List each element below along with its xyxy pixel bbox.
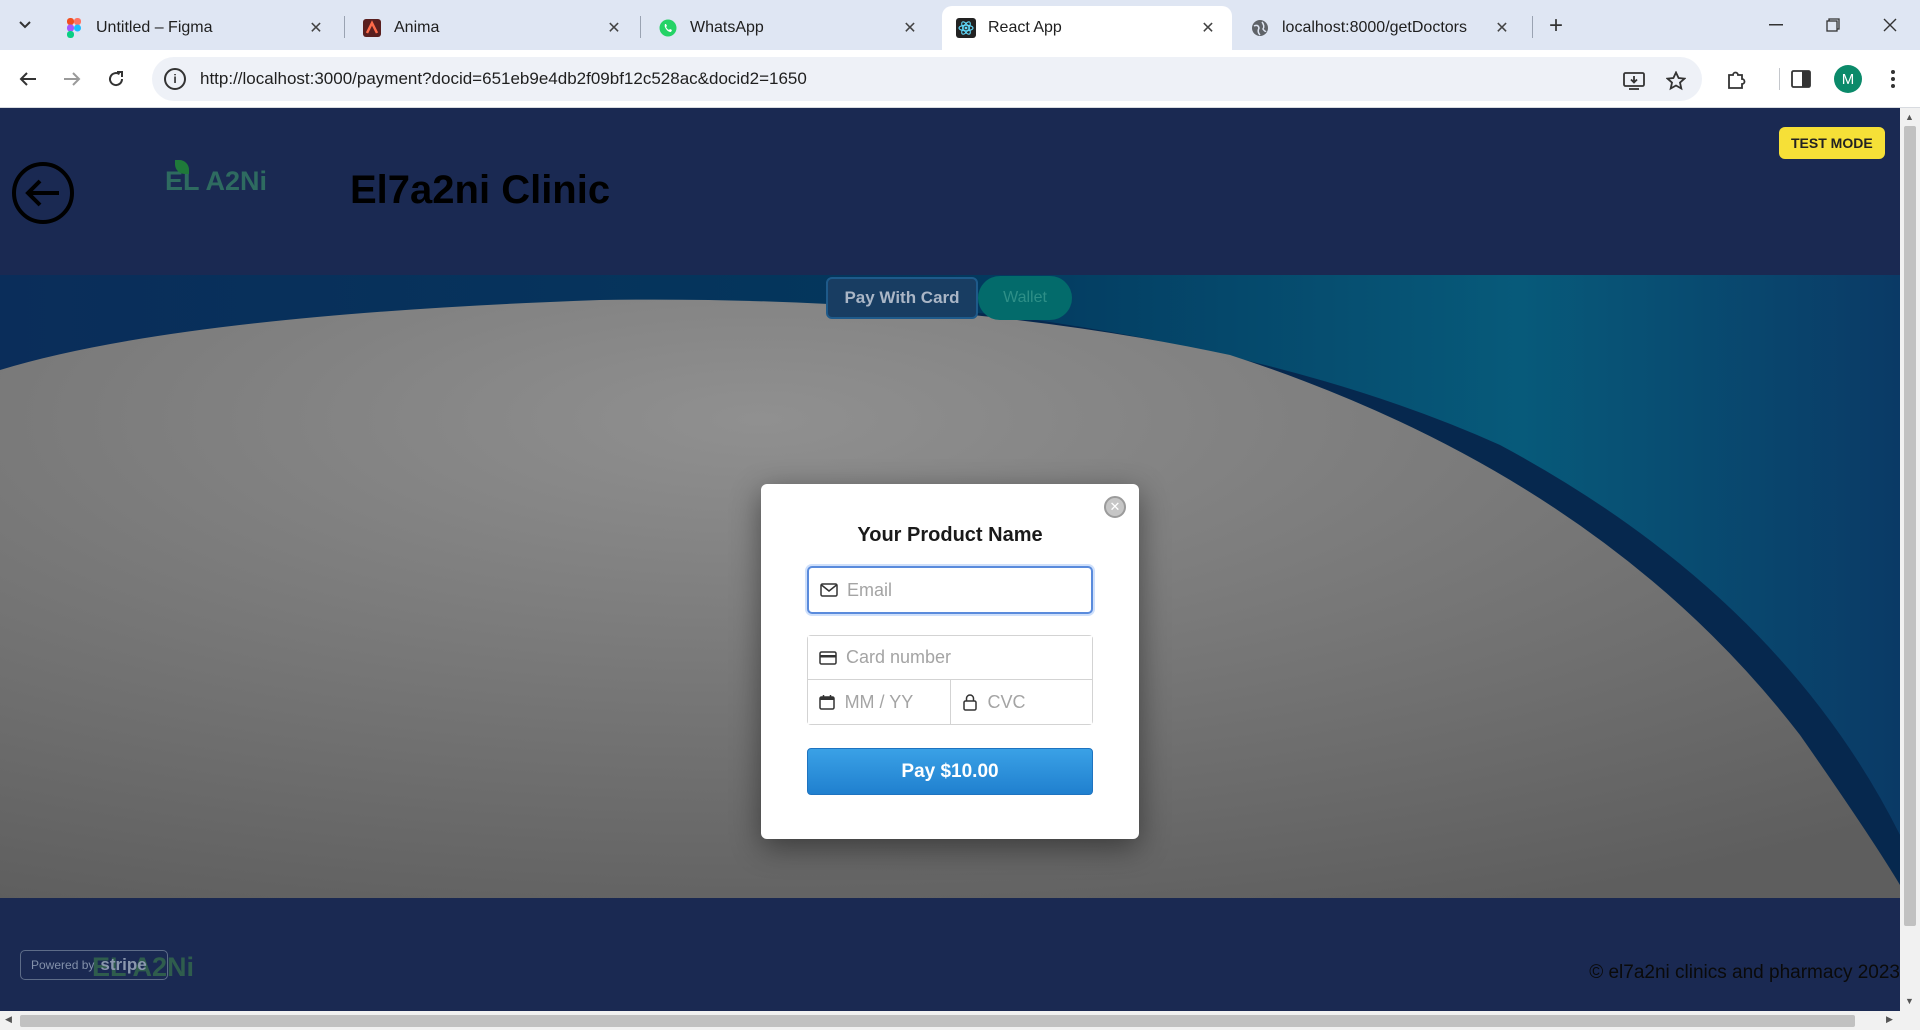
bookmark-star-icon[interactable] — [1664, 69, 1688, 93]
close-icon[interactable]: ✕ — [1198, 18, 1218, 38]
tab-divider — [640, 16, 641, 38]
horizontal-scrollbar[interactable]: ◀ ▶ — [0, 1011, 1920, 1030]
scroll-right-arrow-icon[interactable]: ▶ — [1886, 1014, 1893, 1025]
close-icon[interactable]: ✕ — [306, 18, 326, 38]
browser-tab-localhost[interactable]: localhost:8000/getDoctors ✕ — [1236, 6, 1526, 50]
stripe-logo: stripe — [100, 955, 147, 974]
cvc-field[interactable] — [951, 680, 1092, 724]
address-bar[interactable]: i http://localhost:3000/payment?docid=65… — [152, 57, 1702, 101]
pay-button[interactable]: Pay $10.00 — [807, 748, 1093, 795]
card-number-input[interactable] — [846, 647, 1074, 668]
profile-avatar[interactable]: M — [1834, 65, 1862, 93]
browser-tab-whatsapp[interactable]: WhatsApp ✕ — [644, 6, 934, 50]
powered-by-stripe-badge[interactable]: Powered by stripe — [20, 950, 168, 980]
url-text[interactable]: http://localhost:3000/payment?docid=651e… — [200, 69, 807, 89]
scroll-left-arrow-icon[interactable]: ◀ — [5, 1014, 12, 1025]
globe-icon — [1250, 18, 1270, 38]
tab-title: WhatsApp — [690, 19, 764, 36]
page-viewport: EL A2Ni El7a2ni Clinic TEST MODE Pay Wit… — [0, 108, 1900, 1011]
mail-icon — [819, 583, 839, 597]
site-info-icon[interactable]: i — [164, 68, 186, 90]
powered-by-label: Powered by — [31, 958, 95, 972]
restore-icon[interactable] — [1813, 8, 1853, 42]
close-icon[interactable]: ✕ — [1104, 496, 1126, 518]
anima-icon — [362, 18, 382, 38]
figma-icon — [64, 18, 84, 38]
clinic-logo[interactable]: EL A2Ni — [165, 160, 267, 197]
email-input[interactable] — [847, 579, 1073, 601]
site-header: EL A2Ni El7a2ni Clinic — [0, 108, 1900, 275]
lock-icon — [961, 693, 980, 711]
back-arrow-icon[interactable] — [12, 63, 44, 95]
vertical-scroll-thumb[interactable] — [1904, 126, 1916, 926]
minimize-icon[interactable] — [1756, 8, 1796, 42]
expiry-field[interactable] — [808, 680, 951, 724]
tab-title: localhost:8000/getDoctors — [1282, 19, 1467, 36]
whatsapp-icon — [658, 18, 678, 38]
stripe-checkout-modal: ✕ Your Product Name Email Card number MM… — [761, 484, 1139, 839]
browser-toolbar: i http://localhost:3000/payment?docid=65… — [0, 50, 1920, 108]
scroll-down-arrow-icon[interactable]: ▼ — [1905, 996, 1914, 1006]
email-field[interactable] — [807, 566, 1093, 614]
vertical-scrollbar[interactable]: ▲ ▼ — [1900, 108, 1920, 1011]
close-icon[interactable]: ✕ — [900, 18, 920, 38]
horizontal-scroll-thumb[interactable] — [20, 1015, 1855, 1027]
install-app-icon[interactable] — [1622, 69, 1646, 93]
browser-tab-react-app[interactable]: React App ✕ — [942, 6, 1232, 50]
payment-method-tabs: Pay With Card Wallet — [826, 276, 1072, 320]
card-number-field[interactable] — [808, 636, 1092, 680]
page-title: El7a2ni Clinic — [350, 168, 611, 212]
site-footer: EL A2Ni Powered by stripe © el7a2ni clin… — [0, 898, 1900, 1011]
browser-tab-figma[interactable]: Untitled – Figma ✕ — [50, 6, 340, 50]
product-name-title: Your Product Name — [857, 524, 1043, 546]
more-menu-icon[interactable] — [1879, 65, 1907, 93]
extensions-puzzle-icon[interactable] — [1722, 65, 1750, 93]
pay-with-card-button[interactable]: Pay With Card — [826, 277, 978, 319]
expiry-input[interactable] — [844, 691, 950, 713]
tab-title: Anima — [394, 19, 440, 36]
window-close-icon[interactable] — [1870, 8, 1910, 42]
tab-title: Untitled – Figma — [96, 19, 213, 36]
copyright-text: © el7a2ni clinics and pharmacy 2023 — [1589, 962, 1900, 983]
card-details-box — [807, 635, 1093, 725]
tab-search-chevron-icon[interactable] — [10, 10, 40, 40]
forward-arrow-icon[interactable] — [56, 63, 88, 95]
reload-icon[interactable] — [100, 63, 132, 95]
browser-tab-anima[interactable]: Anima ✕ — [348, 6, 638, 50]
wallet-button[interactable]: Wallet — [978, 276, 1072, 320]
back-arrow-icon[interactable] — [12, 162, 74, 224]
close-icon[interactable]: ✕ — [1492, 18, 1512, 38]
cvc-input[interactable] — [987, 691, 1092, 713]
scroll-up-arrow-icon[interactable]: ▲ — [1905, 112, 1914, 122]
new-tab-plus-icon[interactable]: + — [1540, 10, 1572, 42]
side-panel-icon[interactable] — [1787, 65, 1815, 93]
tab-title: React App — [988, 19, 1062, 36]
tab-divider — [344, 16, 345, 38]
credit-card-icon — [818, 650, 838, 665]
tab-divider — [1532, 16, 1533, 38]
calendar-icon — [818, 694, 837, 710]
close-icon[interactable]: ✕ — [604, 18, 624, 38]
react-icon — [956, 18, 976, 38]
test-mode-badge: TEST MODE — [1779, 127, 1885, 159]
browser-tab-bar: Untitled – Figma ✕ Anima ✕ WhatsApp ✕ Re… — [0, 0, 1920, 50]
